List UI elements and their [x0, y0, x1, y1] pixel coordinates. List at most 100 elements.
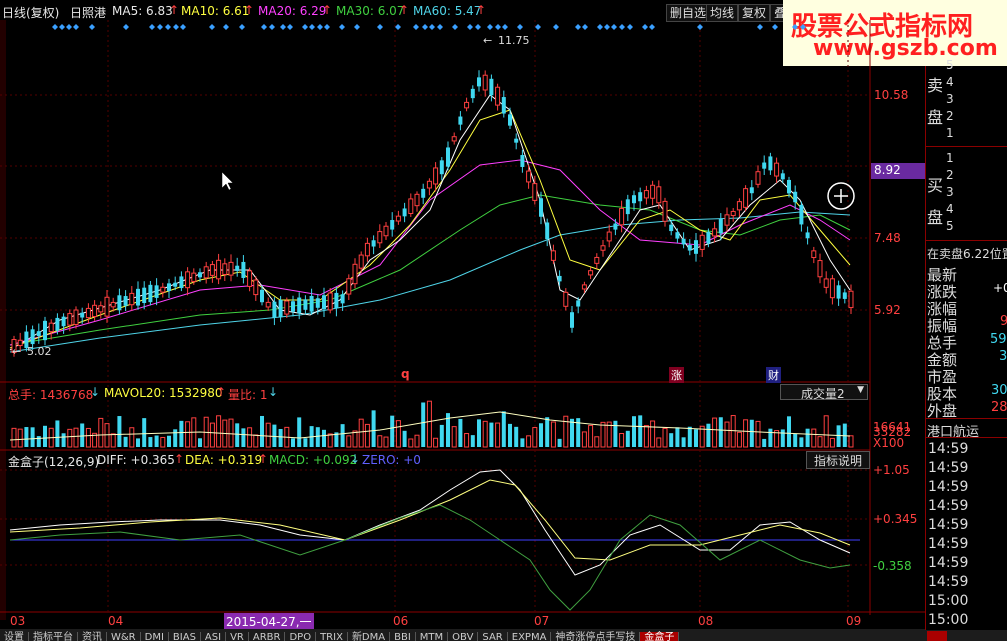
candle-body	[265, 301, 271, 308]
signal-diamond-icon	[180, 24, 186, 30]
volume-bar	[216, 415, 222, 448]
candle-body	[352, 263, 358, 285]
candle-body	[619, 207, 625, 226]
sector-divider-2	[925, 437, 1007, 438]
volume-bar	[662, 427, 668, 448]
event-mark-cai[interactable]: 财	[766, 367, 781, 383]
candle-body	[30, 329, 35, 345]
candle-body	[699, 234, 705, 250]
candle-body	[694, 240, 698, 254]
buy-level-2: 2	[946, 168, 954, 182]
buy-label-2: 盘	[927, 208, 944, 227]
volume-bar	[793, 433, 798, 447]
order-book-divider	[925, 146, 1007, 147]
ma10-line	[9, 109, 851, 349]
volume-bar	[489, 422, 494, 447]
volume-bar	[364, 423, 370, 448]
volume-bar	[594, 436, 600, 448]
volume-bar	[433, 437, 439, 448]
candle-body	[600, 245, 606, 251]
tab-arbr[interactable]: ARBR	[249, 632, 286, 641]
add-crosshair-icon[interactable]	[827, 182, 855, 210]
candle-body	[811, 250, 817, 259]
tab-vr[interactable]: VR	[226, 632, 249, 641]
signal-diamond-icon	[582, 24, 588, 30]
candle-body	[402, 208, 407, 217]
volume-bar	[805, 428, 810, 447]
candle-body	[55, 317, 60, 331]
volume-bar	[600, 421, 606, 448]
volume-bar	[327, 433, 333, 448]
tab-wr[interactable]: W&R	[107, 632, 141, 641]
current-price-badge: 8.92	[871, 163, 927, 179]
candle-body	[829, 278, 835, 299]
volume-bar	[613, 420, 618, 447]
volume-selector[interactable]: 成交量2 ▼	[780, 384, 868, 401]
tab-settings[interactable]: 设置	[0, 632, 29, 641]
volume-bar	[768, 428, 773, 447]
candle-body	[216, 259, 222, 280]
main-chart[interactable]: ← 11.75 ← 5.02	[0, 0, 925, 629]
tab-asi[interactable]: ASI	[201, 632, 227, 641]
indicator-help-button[interactable]: 指标说明	[806, 451, 870, 469]
signal-diamond-icon	[149, 24, 155, 30]
volume-bar	[322, 429, 326, 447]
volume-bar	[241, 428, 246, 447]
event-mark-q[interactable]: q	[401, 367, 410, 381]
signal-diamond-icon	[52, 24, 58, 30]
volume-bar	[823, 415, 829, 448]
volume-bar	[265, 422, 271, 448]
candle-body	[167, 283, 171, 292]
volume-bar	[142, 418, 147, 447]
candle-body	[755, 171, 761, 185]
candle-body	[662, 200, 668, 222]
event-mark-zhang[interactable]: 涨	[669, 367, 684, 383]
tab-shenqi[interactable]: 神奇涨停点手写技	[551, 632, 641, 641]
candle-body	[371, 240, 376, 247]
tab-indicator-platform[interactable]: 指标平台	[29, 632, 78, 641]
volume-bar	[303, 438, 308, 447]
tab-news[interactable]: 资讯	[78, 632, 107, 641]
volume-bar	[477, 419, 481, 447]
volume-bar	[501, 411, 506, 447]
signal-diamond-icon	[772, 24, 778, 30]
volume-bar	[520, 438, 525, 447]
volume-bar	[352, 430, 358, 448]
price-label-3: 7.48	[874, 231, 901, 245]
tab-trix[interactable]: TRIX	[316, 632, 348, 641]
candle-body	[638, 192, 643, 202]
bottom-right-tabs[interactable]	[925, 630, 1007, 641]
tab-new-dma[interactable]: 新DMA	[348, 632, 391, 641]
signal-diamond-icon	[757, 24, 763, 30]
tab-dmi[interactable]: DMI	[141, 632, 169, 641]
tab-obv[interactable]: OBV	[448, 632, 479, 641]
tick-time: 14:59	[928, 517, 969, 533]
buy-level-5: 5	[946, 219, 954, 233]
candle-body	[736, 201, 742, 211]
tab-bias[interactable]: BIAS	[169, 632, 201, 641]
tab-red-block[interactable]	[927, 631, 947, 641]
volume-bar	[687, 426, 692, 447]
tab-jinhezi[interactable]: 金盒子	[640, 632, 680, 641]
candle-body	[260, 289, 264, 303]
tab-bbi[interactable]: BBI	[390, 632, 416, 641]
signal-diamond-icon	[467, 24, 473, 30]
volume-bar	[383, 436, 389, 448]
signal-diamond-icon	[123, 24, 129, 30]
candle-body	[508, 114, 512, 126]
volume-bar	[780, 429, 785, 447]
volume-bar	[526, 435, 532, 448]
volume-bar	[539, 423, 543, 447]
candle-body	[67, 313, 73, 326]
volume-bar	[395, 420, 401, 448]
candle-body	[458, 116, 463, 125]
tab-sar[interactable]: SAR	[478, 632, 508, 641]
tab-expma[interactable]: EXPMA	[508, 632, 552, 641]
volume-bar	[749, 419, 754, 447]
candle-body	[85, 307, 91, 319]
tab-dpo[interactable]: DPO	[285, 632, 317, 641]
volume-bar	[167, 435, 171, 447]
candle-body	[203, 266, 209, 279]
candle-body	[173, 282, 178, 287]
tab-mtm[interactable]: MTM	[416, 632, 449, 641]
